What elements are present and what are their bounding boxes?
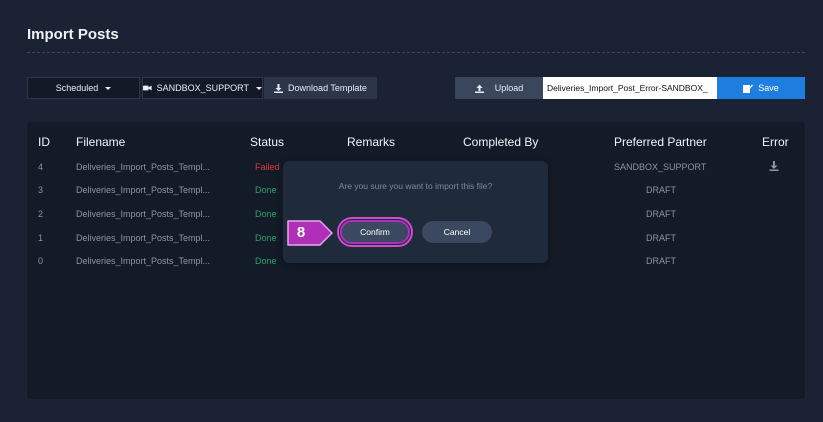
row-status: Done [255,256,277,266]
camera-icon [143,85,152,91]
dialog-message: Are you sure you want to import this fil… [338,181,493,191]
row-status: Done [255,233,277,243]
row-partner: DRAFT [646,185,676,195]
scheduled-label: Scheduled [55,83,99,93]
download-icon [274,83,284,93]
column-header-filename: Filename [76,135,126,149]
page-title: Import Posts [27,26,119,43]
row-filename[interactable]: Deliveries_Import_Posts_Templ... [76,256,210,266]
row-filename[interactable]: Deliveries_Import_Posts_Templ... [76,233,210,243]
save-icon [743,84,754,93]
row-id: 4 [38,162,44,172]
row-partner: DRAFT [646,209,676,219]
save-button[interactable]: Save [717,77,805,99]
column-header-error: Error [762,135,789,149]
download-icon[interactable] [769,161,779,171]
partner-dropdown[interactable]: SANDBOX_SUPPORT [142,77,263,99]
row-status: Done [255,185,277,195]
column-header-preferred-partner: Preferred Partner [614,135,707,149]
download-template-button[interactable]: Download Template [264,77,377,99]
upload-button[interactable]: Upload [455,77,543,99]
column-header-completed-by: Completed By [463,135,539,149]
row-id: 1 [38,233,44,243]
row-id: 3 [38,185,44,195]
row-id: 0 [38,256,44,266]
confirm-import-dialog: Are you sure you want to import this fil… [283,161,548,263]
partner-label: SANDBOX_SUPPORT [156,83,249,93]
column-header-remarks: Remarks [347,135,396,149]
row-partner: DRAFT [646,256,676,266]
upload-label: Upload [494,83,524,93]
row-id: 2 [38,209,44,219]
row-filename[interactable]: Deliveries_Import_Posts_Templ... [76,185,210,195]
caret-down-icon [256,86,262,90]
selected-file-name: Deliveries_Import_Post_Error-SANDBOX_ [543,77,717,99]
download-template-label: Download Template [288,83,367,93]
row-filename[interactable]: Deliveries_Import_Posts_Templ... [76,162,210,172]
row-filename[interactable]: Deliveries_Import_Posts_Templ... [76,209,210,219]
row-partner: SANDBOX_SUPPORT [614,162,707,172]
title-divider [27,52,805,53]
save-label: Save [758,83,779,93]
row-status: Done [255,209,277,219]
step-number: 8 [296,224,306,241]
row-status: Failed [255,162,280,172]
cancel-button[interactable]: Cancel [422,221,492,243]
upload-icon [474,84,484,93]
scheduled-dropdown[interactable]: Scheduled [27,77,140,99]
column-header-id: ID [38,135,50,149]
row-partner: DRAFT [646,233,676,243]
column-header-status: Status [250,135,285,149]
confirm-button[interactable]: Confirm [337,217,413,247]
caret-down-icon [105,86,112,90]
